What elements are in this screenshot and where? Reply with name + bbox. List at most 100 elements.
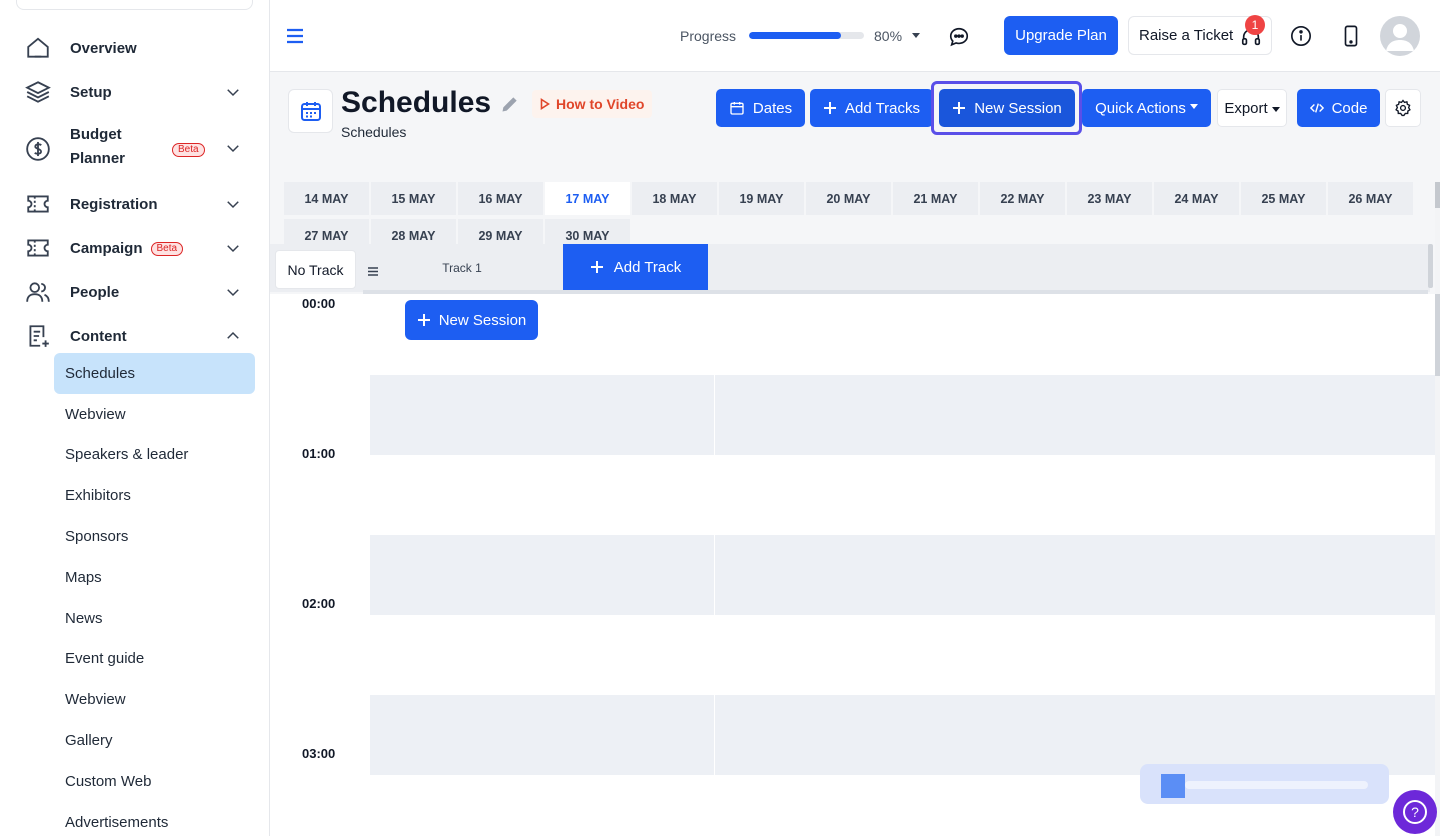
chevron-down-icon <box>227 89 239 97</box>
sidebar-subitem-sponsors[interactable]: Sponsors <box>54 516 255 557</box>
time-label: 02:00 <box>302 596 336 611</box>
schedule-timeline: 00:00 01:00 02:00 03:00 New Session <box>270 294 1435 836</box>
plus-icon <box>590 261 603 273</box>
sidebar-item-budget-planner[interactable]: Budget Planner Beta <box>0 124 270 174</box>
add-tracks-button[interactable]: Add Tracks <box>810 89 933 127</box>
sidebar-subitem-maps[interactable]: Maps <box>54 557 255 598</box>
raise-ticket-label: Raise a Ticket <box>1139 27 1234 44</box>
date-tab[interactable]: 25 MAY <box>1241 182 1326 215</box>
scrollbar-thumb[interactable] <box>1435 182 1440 208</box>
sidebar-subitem-news[interactable]: News <box>54 598 255 639</box>
sidebar-item-label-wrap: Campaign Beta <box>70 240 184 257</box>
sidebar-subitem-speakers[interactable]: Speakers & leader <box>54 434 255 475</box>
date-tab[interactable]: 16 MAY <box>458 182 543 215</box>
progress-bar-fill <box>749 32 841 39</box>
help-button[interactable]: ? <box>1393 790 1437 834</box>
progress-label: Progress <box>680 28 737 44</box>
sidebar-item-setup[interactable]: Setup <box>0 80 270 104</box>
date-tab[interactable]: 22 MAY <box>980 182 1065 215</box>
upgrade-plan-button[interactable]: Upgrade Plan <box>1004 16 1118 55</box>
quick-actions-dropdown[interactable]: Quick Actions <box>1082 89 1211 127</box>
progress-dropdown-caret-icon[interactable] <box>912 33 920 38</box>
add-track-button[interactable]: Add Track <box>563 244 708 290</box>
date-tab[interactable]: 18 MAY <box>632 182 717 215</box>
time-slot-band[interactable] <box>370 375 1435 455</box>
sidebar-subitem-advertisements[interactable]: Advertisements <box>54 802 255 836</box>
vertical-scrollbar[interactable] <box>1435 182 1440 836</box>
calendar-icon <box>300 102 321 121</box>
notification-badge: 1 <box>1245 15 1265 35</box>
dates-button-label: Dates <box>752 99 793 117</box>
sidebar-item-people[interactable]: People <box>0 280 270 304</box>
sidebar-subitem-gallery[interactable]: Gallery <box>54 720 255 761</box>
date-tab[interactable]: 19 MAY <box>719 182 804 215</box>
track-column-divider <box>714 695 715 775</box>
hamburger-menu-icon[interactable] <box>286 27 304 45</box>
plus-icon <box>823 102 836 114</box>
sidebar-subitem-exhibitors[interactable]: Exhibitors <box>54 475 255 516</box>
no-track-tab[interactable]: No Track <box>275 250 356 289</box>
sidebar: Overview Setup Budget Planner Beta Regis… <box>0 0 270 836</box>
sidebar-item-content[interactable]: Content <box>0 324 270 348</box>
date-tab[interactable]: 23 MAY <box>1067 182 1152 215</box>
new-session-inline-button[interactable]: New Session <box>405 300 538 340</box>
sidebar-subitem-custom-web[interactable]: Custom Web <box>54 761 255 802</box>
sidebar-subitem-event-guide[interactable]: Event guide <box>54 638 255 679</box>
user-avatar[interactable] <box>1380 16 1420 56</box>
sidebar-item-label: Budget <box>70 126 122 143</box>
sidebar-item-label: Setup <box>70 83 112 101</box>
progress-widget[interactable] <box>1140 764 1389 804</box>
quick-actions-label: Quick Actions <box>1095 99 1186 117</box>
sidebar-item-registration[interactable]: Registration <box>0 192 270 216</box>
code-button[interactable]: Code <box>1297 89 1380 127</box>
date-tab[interactable]: 14 MAY <box>284 182 369 215</box>
drag-handle-icon[interactable] <box>368 267 378 276</box>
date-tab[interactable]: 15 MAY <box>371 182 456 215</box>
settings-button[interactable] <box>1385 89 1421 127</box>
mobile-preview-icon[interactable] <box>1342 25 1360 47</box>
home-icon <box>27 37 49 58</box>
export-dropdown[interactable]: Export <box>1217 89 1287 127</box>
date-tab[interactable]: 24 MAY <box>1154 182 1239 215</box>
add-tracks-button-label: Add Tracks <box>844 99 921 117</box>
sidebar-item-overview[interactable]: Overview <box>0 36 270 60</box>
question-icon: ? <box>1403 800 1427 824</box>
chat-bubble-icon[interactable] <box>948 26 970 48</box>
new-session-button[interactable]: New Session <box>939 89 1075 127</box>
time-slot-band[interactable] <box>370 695 1435 775</box>
sidebar-subitem-schedules[interactable]: Schedules <box>54 353 255 394</box>
sidebar-item-label: Content <box>70 327 127 345</box>
content-icon <box>29 325 49 347</box>
track-column-divider <box>714 375 715 455</box>
new-session-inline-label: New Session <box>438 311 527 329</box>
gear-icon <box>1395 99 1411 117</box>
raise-ticket-button[interactable]: Raise a Ticket 1 <box>1128 15 1272 55</box>
calendar-icon <box>730 102 744 115</box>
caret-down-icon <box>1271 106 1280 112</box>
chevron-down-icon <box>227 145 239 153</box>
plus-icon <box>417 314 430 326</box>
sidebar-subitem-webview-2[interactable]: Webview <box>54 679 255 720</box>
dates-button[interactable]: Dates <box>716 89 805 127</box>
sidebar-item-label: People <box>70 283 120 301</box>
timeline-scrollbar-thumb[interactable] <box>1435 294 1440 376</box>
code-icon <box>1309 103 1324 113</box>
new-session-button-label: New Session <box>974 99 1062 117</box>
info-icon[interactable] <box>1290 25 1312 47</box>
track-1-tab[interactable]: Track 1 <box>400 261 524 275</box>
how-to-video-link[interactable]: How to Video <box>532 90 653 118</box>
page-title: Schedules <box>341 86 492 119</box>
time-slot-band[interactable] <box>370 535 1435 615</box>
date-tab[interactable]: 26 MAY <box>1328 182 1413 215</box>
sidebar-subitem-webview[interactable]: Webview <box>54 394 255 435</box>
widget-square <box>1161 774 1185 798</box>
time-label: 01:00 <box>302 446 336 461</box>
sidebar-item-campaign[interactable]: Campaign Beta <box>0 236 270 260</box>
date-tab[interactable]: 20 MAY <box>806 182 891 215</box>
date-tab[interactable]: 21 MAY <box>893 182 978 215</box>
date-tab[interactable]: 17 MAY <box>545 182 630 215</box>
track-row-scrollbar[interactable] <box>1428 244 1433 288</box>
add-track-label: Add Track <box>613 258 682 276</box>
edit-pencil-icon[interactable] <box>500 94 520 114</box>
sidebar-search-box[interactable] <box>16 0 253 10</box>
